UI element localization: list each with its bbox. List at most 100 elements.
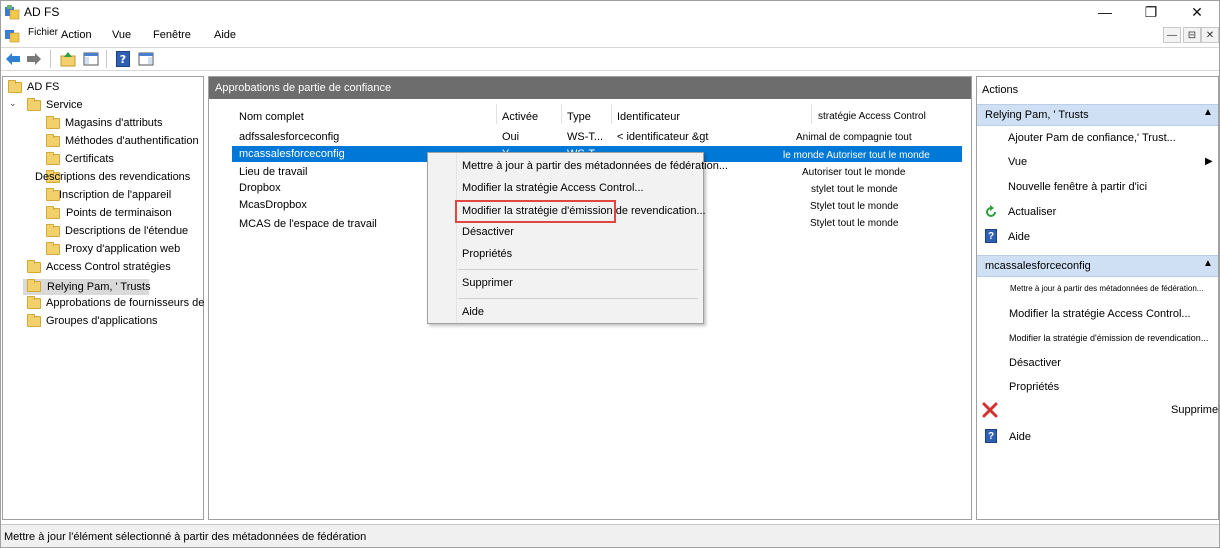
ctx-properties[interactable]: Propriétés — [462, 248, 512, 260]
show-hide-action-pane-icon[interactable] — [137, 50, 155, 68]
folder-icon — [27, 98, 41, 111]
table-cell-name[interactable]: mcassalesforceconfig — [239, 148, 345, 160]
mdi-minimize-button[interactable]: — — [1163, 27, 1181, 43]
column-separator — [496, 104, 497, 124]
column-header-type[interactable]: Type — [567, 111, 591, 123]
table-cell-name[interactable]: Lieu de travail — [239, 166, 308, 178]
minimize-button[interactable]: — — [1082, 0, 1128, 24]
menu-fenetre[interactable]: Fenêtre — [153, 29, 191, 41]
tree-item-endpoints[interactable]: Points de terminaison — [66, 207, 172, 219]
tree-item-application-groups[interactable]: Groupes d'applications — [46, 315, 158, 327]
table-cell-policy: stylet tout le monde — [811, 184, 898, 195]
menu-vue[interactable]: Vue — [112, 29, 131, 41]
actions-section-title: Relying Pam, ' Trusts — [985, 109, 1089, 121]
table-cell-policy: Stylet tout le monde — [810, 201, 899, 212]
action-help[interactable]: Aide — [1009, 431, 1031, 443]
tree-item-attribute-stores[interactable]: Magasins d'attributs — [65, 117, 162, 129]
column-header-access-control-policy[interactable]: stratégie Access Control — [818, 111, 926, 122]
action-disable[interactable]: Désactiver — [1009, 357, 1061, 369]
folder-icon — [27, 296, 41, 309]
table-cell-name[interactable]: McasDropbox — [239, 199, 307, 211]
folder-icon — [46, 224, 60, 237]
context-menu-separator — [458, 269, 698, 270]
delete-x-icon — [982, 402, 998, 418]
ctx-update-from-metadata[interactable]: Mettre à jour à partir des métadonnées d… — [462, 160, 728, 172]
status-text: Mettre à jour l'élément sélectionné à pa… — [4, 531, 367, 543]
folder-icon — [46, 134, 60, 147]
mdi-restore-button[interactable]: ⊟ — [1183, 27, 1201, 43]
action-edit-access-control-policy[interactable]: Modifier la stratégie Access Control... — [1009, 308, 1191, 320]
context-menu-separator — [458, 298, 698, 299]
tree-item-web-app-proxy[interactable]: Proxy d'application web — [65, 243, 180, 255]
window-title: AD FS — [24, 5, 60, 19]
column-header-name[interactable]: Nom complet — [239, 111, 304, 123]
title-bar — [0, 0, 1220, 24]
ctx-edit-access-control-policy[interactable]: Modifier la stratégie Access Control... — [462, 182, 644, 194]
maximize-button[interactable]: ❐ — [1128, 0, 1174, 24]
mdi-close-button[interactable]: ✕ — [1201, 27, 1219, 43]
menu-fichier[interactable]: Fichier — [28, 27, 58, 38]
table-cell-name[interactable]: adfssalesforceconfig — [239, 131, 339, 143]
toolbar-separator — [50, 50, 51, 68]
action-help[interactable]: Aide — [1008, 231, 1030, 243]
action-edit-claim-issuance-policy[interactable]: Modifier la stratégie d'émission de reve… — [1009, 333, 1208, 343]
column-separator — [811, 104, 812, 124]
action-properties[interactable]: Propriétés — [1009, 381, 1059, 393]
context-menu-gutter — [456, 153, 457, 323]
close-button[interactable]: ✕ — [1174, 0, 1220, 24]
collapse-triangle-icon[interactable]: ▲ — [1203, 258, 1213, 269]
annotation-highlight-box — [455, 200, 616, 223]
expand-chevron-icon[interactable]: ⌄ — [9, 98, 17, 109]
action-delete[interactable]: Supprimer — [1171, 404, 1220, 416]
tree-root-adfs[interactable]: AD FS — [27, 81, 59, 93]
action-refresh[interactable]: Actualiser — [1008, 206, 1056, 218]
tree-item-certificates[interactable]: Certificats — [65, 153, 114, 165]
folder-icon — [46, 242, 60, 255]
show-hide-tree-icon[interactable] — [82, 50, 100, 68]
column-header-enabled[interactable]: Activée — [502, 111, 538, 123]
table-cell-name[interactable]: MCAS de l'espace de travail — [239, 218, 377, 230]
menu-aide[interactable]: Aide — [214, 29, 236, 41]
ctx-help[interactable]: Aide — [462, 306, 484, 318]
help-icon: ? — [985, 429, 997, 443]
refresh-icon — [984, 205, 998, 219]
actions-pane-title: Actions — [982, 84, 1019, 96]
table-cell-policy: Animal de compagnie tout — [796, 132, 912, 143]
table-cell-type: WS-T... — [567, 131, 604, 143]
collapse-triangle-icon[interactable]: ▲ — [1203, 107, 1213, 118]
action-new-window[interactable]: Nouvelle fenêtre à partir d'ici — [1008, 181, 1147, 193]
table-cell-policy: Stylet tout le monde — [810, 218, 899, 229]
svg-text:?: ? — [120, 53, 126, 66]
up-folder-icon[interactable] — [59, 50, 77, 68]
ctx-delete[interactable]: Supprimer — [462, 277, 513, 289]
folder-icon — [46, 188, 60, 201]
action-view[interactable]: Vue — [1008, 156, 1027, 168]
tree-item-relying-party-trusts[interactable]: Relying Pam, ' Trusts — [47, 281, 151, 293]
tree-item-device-registration[interactable]: Inscription de l'appareil — [59, 189, 171, 201]
menu-action[interactable]: Action — [61, 29, 92, 41]
action-update-from-metadata[interactable]: Mettre à jour à partir des métadonnées d… — [1010, 284, 1203, 293]
help-icon[interactable]: ? — [114, 50, 132, 68]
column-header-identifier[interactable]: Identificateur — [617, 111, 680, 123]
tree-item-access-control-policies[interactable]: Access Control stratégies — [46, 261, 171, 273]
adfs-app-icon — [4, 4, 20, 20]
tree-item-service[interactable]: Service — [46, 99, 83, 111]
mmc-system-icon[interactable] — [4, 27, 20, 43]
column-separator — [561, 104, 562, 124]
toolbar-separator — [106, 50, 107, 68]
action-add-relying-party-trust[interactable]: Ajouter Pam de confiance,' Trust... — [1008, 132, 1176, 144]
folder-icon — [8, 80, 22, 93]
back-arrow-icon[interactable] — [4, 50, 22, 68]
toolbar — [0, 47, 1220, 71]
submenu-arrow-icon: ▶ — [1205, 156, 1213, 167]
tree-item-auth-methods[interactable]: Méthodes d'authentification — [65, 135, 199, 147]
folder-icon — [27, 279, 41, 292]
tree-item-claim-descriptions[interactable]: Descriptions des revendications — [35, 171, 190, 183]
tree-item-scope-descriptions[interactable]: Descriptions de l'étendue — [65, 225, 188, 237]
folder-icon — [46, 206, 60, 219]
forward-arrow-icon[interactable] — [25, 50, 43, 68]
folder-icon — [46, 116, 60, 129]
table-cell-name[interactable]: Dropbox — [239, 182, 281, 194]
folder-icon — [46, 152, 60, 165]
ctx-disable[interactable]: Désactiver — [462, 226, 514, 238]
